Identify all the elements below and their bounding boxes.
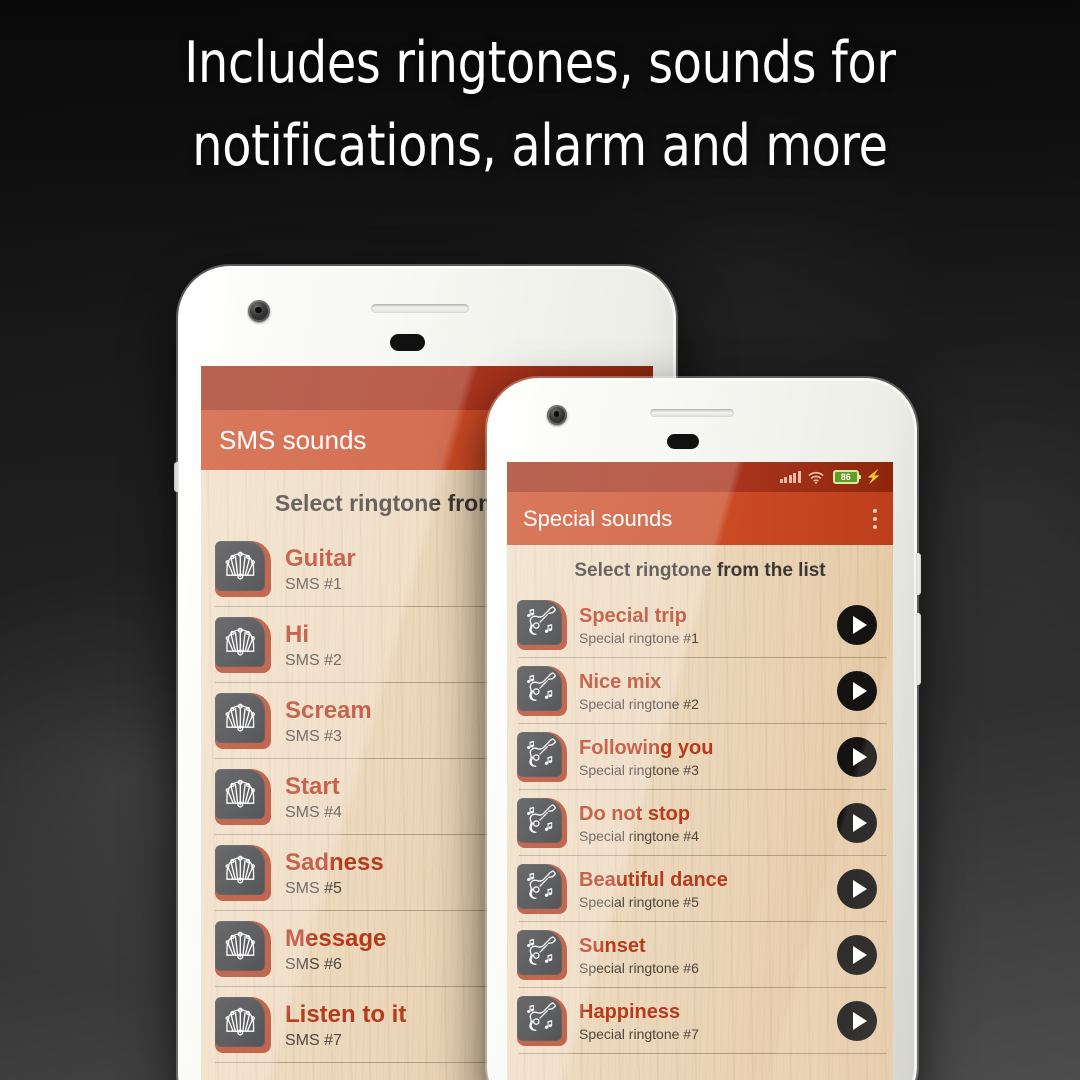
ringtone-subtitle: Special ringtone #7 bbox=[579, 1025, 699, 1042]
battery-icon: 86 bbox=[832, 470, 861, 484]
ringtone-text: Special trip Special ringtone #1 bbox=[579, 605, 837, 646]
ringtone-text: Do not stop Special ringtone #4 bbox=[579, 803, 837, 844]
list-item[interactable]: Beautiful dance Special ringtone #5 bbox=[507, 856, 893, 922]
list-item[interactable]: Nice mix Special ringtone #2 bbox=[507, 658, 893, 724]
front-camera-icon bbox=[547, 405, 567, 425]
ringtone-list-right: Special trip Special ringtone #1 Nice mix S… bbox=[507, 592, 893, 1054]
list-subtitle-right: Select ringtone from the list bbox=[574, 560, 826, 581]
list-item[interactable]: Following you Special ringtone #3 bbox=[507, 724, 893, 790]
guitar-icon bbox=[527, 672, 556, 701]
volume-button-left[interactable] bbox=[174, 462, 179, 492]
charging-bolt-icon: ⚡ bbox=[865, 469, 882, 484]
phone-mockup-right: 86 ⚡ Special sounds Select ringtone from… bbox=[487, 378, 921, 1080]
list-item[interactable]: Happiness Special ringtone #7 bbox=[507, 988, 893, 1054]
overflow-menu-icon[interactable] bbox=[873, 507, 877, 531]
ringtone-icon-tile bbox=[215, 921, 271, 977]
shell-icon bbox=[226, 704, 256, 733]
ringtone-name: Do not stop bbox=[579, 802, 691, 825]
ringtone-icon-tile bbox=[517, 666, 567, 716]
ringtone-icon-tile bbox=[517, 600, 567, 650]
play-button[interactable] bbox=[837, 737, 877, 777]
app-bar-right: Special sounds bbox=[507, 492, 893, 545]
list-background-right: Select ringtone from the list Special tr… bbox=[507, 545, 893, 1080]
play-button[interactable] bbox=[837, 671, 877, 711]
app-bar-title-left: SMS sounds bbox=[219, 424, 367, 455]
play-button[interactable] bbox=[837, 803, 877, 843]
guitar-icon bbox=[527, 1002, 556, 1031]
list-item[interactable]: Special trip Special ringtone #1 bbox=[507, 592, 893, 658]
power-button-right[interactable] bbox=[916, 553, 921, 595]
ringtone-subtitle: Special ringtone #6 bbox=[579, 959, 699, 976]
front-camera-icon bbox=[248, 300, 270, 322]
app-bar-title-right: Special sounds bbox=[523, 505, 673, 531]
headline-line-1: Includes ringtones, sounds for bbox=[184, 30, 896, 96]
ringtone-icon-tile bbox=[215, 769, 271, 825]
ringtone-icon-tile bbox=[215, 693, 271, 749]
earpiece-speaker bbox=[371, 304, 469, 313]
ringtone-text: Nice mix Special ringtone #2 bbox=[579, 671, 837, 712]
ringtone-name: Nice mix bbox=[579, 670, 662, 693]
headline-line-2: notifications, alarm and more bbox=[192, 113, 888, 179]
play-button[interactable] bbox=[837, 1001, 877, 1041]
ringtone-text: Sunset Special ringtone #6 bbox=[579, 935, 837, 976]
play-button[interactable] bbox=[837, 869, 877, 909]
guitar-icon bbox=[527, 870, 556, 899]
ringtone-icon-tile bbox=[517, 732, 567, 782]
ringtone-text: Beautiful dance Special ringtone #5 bbox=[579, 869, 837, 910]
shell-icon bbox=[226, 552, 256, 581]
ringtone-text: Happiness Special ringtone #7 bbox=[579, 1001, 837, 1042]
ringtone-subtitle: Special ringtone #2 bbox=[579, 695, 699, 712]
proximity-sensor bbox=[390, 334, 425, 351]
ringtone-name: Beautiful dance bbox=[579, 868, 728, 891]
battery-level-label: 86 bbox=[840, 472, 851, 482]
shell-icon bbox=[226, 628, 256, 657]
guitar-icon bbox=[527, 936, 556, 965]
ringtone-subtitle: Special ringtone #4 bbox=[579, 827, 699, 844]
signal-bars-icon bbox=[779, 471, 801, 483]
shell-icon bbox=[226, 932, 256, 961]
status-bar-right: 86 ⚡ bbox=[507, 462, 893, 492]
ringtone-name: Happiness bbox=[579, 1000, 681, 1023]
ringtone-name: Special trip bbox=[579, 604, 687, 627]
guitar-icon bbox=[527, 738, 556, 767]
list-item[interactable]: Sunset Special ringtone #6 bbox=[507, 922, 893, 988]
ringtone-name: Following you bbox=[579, 736, 714, 759]
shell-icon bbox=[226, 780, 256, 809]
wifi-icon bbox=[808, 471, 824, 484]
ringtone-text: Following you Special ringtone #3 bbox=[579, 737, 837, 778]
ringtone-icon-tile bbox=[517, 798, 567, 848]
ringtone-icon-tile bbox=[215, 617, 271, 673]
guitar-icon bbox=[527, 804, 556, 833]
ringtone-icon-tile bbox=[517, 930, 567, 980]
ringtone-icon-tile bbox=[215, 541, 271, 597]
ringtone-subtitle: Special ringtone #5 bbox=[579, 893, 699, 910]
list-item[interactable]: Do not stop Special ringtone #4 bbox=[507, 790, 893, 856]
earpiece-speaker bbox=[650, 409, 734, 417]
ringtone-subtitle: Special ringtone #1 bbox=[579, 629, 699, 646]
volume-button-right[interactable] bbox=[916, 613, 921, 685]
shell-icon bbox=[226, 1008, 256, 1037]
promo-headline: Includes ringtones, sounds for notificat… bbox=[0, 22, 1080, 188]
shell-icon bbox=[226, 856, 256, 885]
ringtone-name: Sunset bbox=[579, 934, 646, 957]
ringtone-icon-tile bbox=[215, 845, 271, 901]
proximity-sensor bbox=[667, 434, 699, 449]
play-button[interactable] bbox=[837, 605, 877, 645]
ringtone-icon-tile bbox=[517, 996, 567, 1046]
guitar-icon bbox=[527, 606, 556, 635]
ringtone-icon-tile bbox=[517, 864, 567, 914]
play-button[interactable] bbox=[837, 935, 877, 975]
ringtone-subtitle: Special ringtone #3 bbox=[579, 761, 699, 778]
ringtone-icon-tile bbox=[215, 997, 271, 1053]
screen-right: 86 ⚡ Special sounds Select ringtone from… bbox=[507, 462, 893, 1080]
